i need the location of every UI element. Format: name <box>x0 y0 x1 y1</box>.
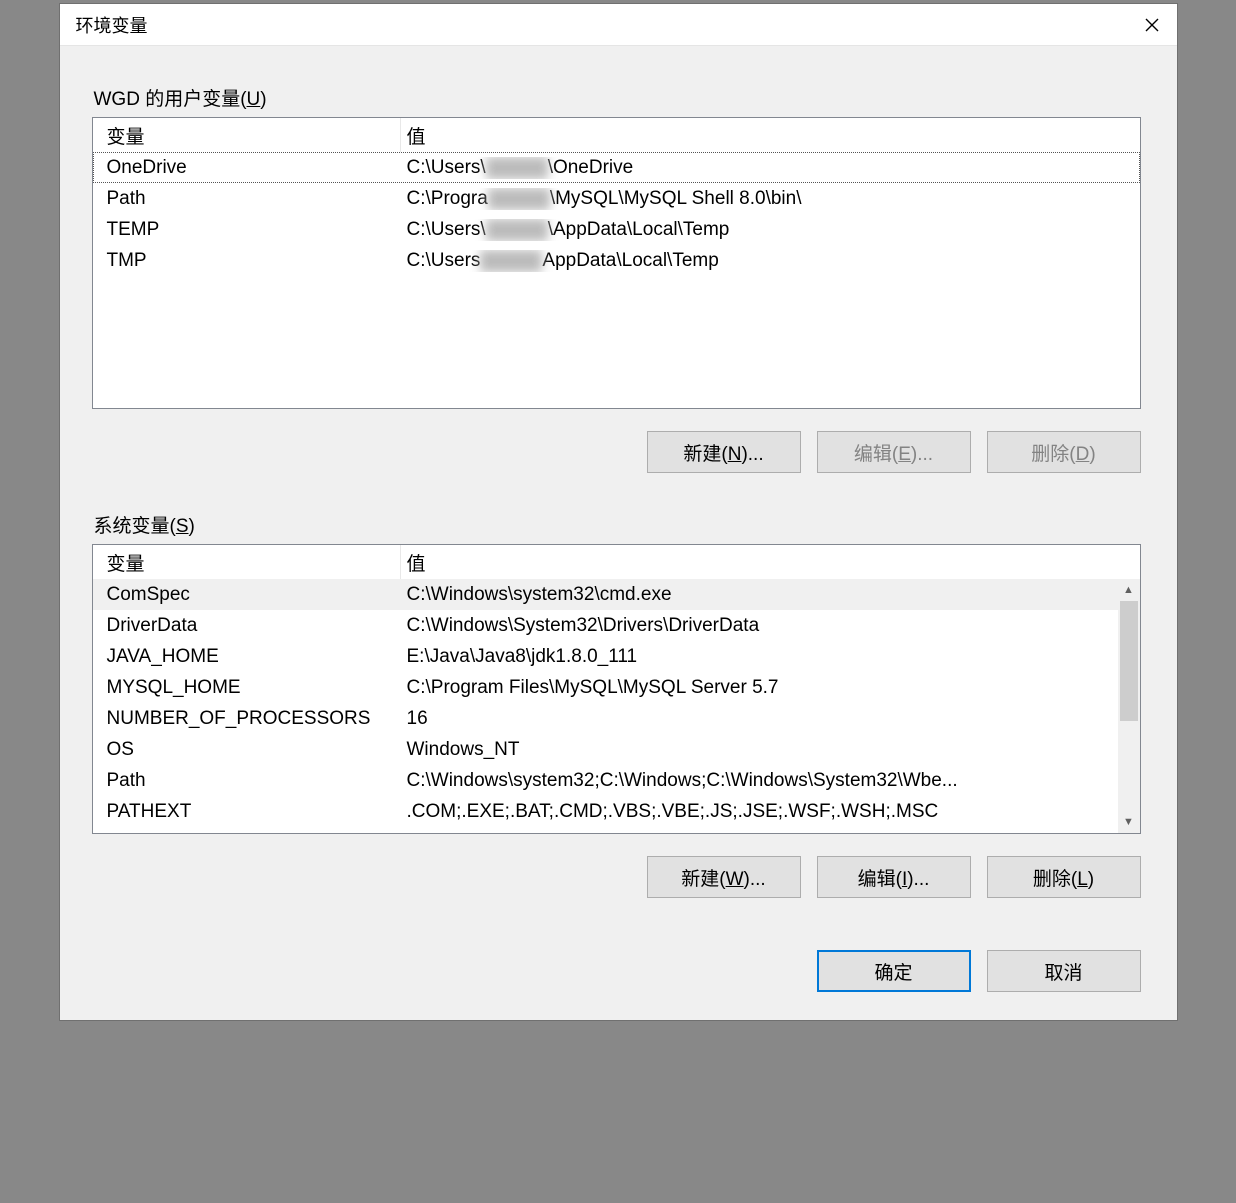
scrollbar[interactable]: ▲ ▼ <box>1118 579 1140 833</box>
scroll-down-arrow[interactable]: ▼ <box>1118 811 1140 833</box>
variable-value: C:\Program Files\MySQL\MySQL Server 5.7 <box>401 677 1118 699</box>
variable-value: .COM;.EXE;.BAT;.CMD;.VBS;.VBE;.JS;.JSE;.… <box>401 801 1118 823</box>
system-buttons-row: 新建(W)... 编辑(I)... 删除(L) <box>92 856 1141 898</box>
table-row[interactable]: PathC:\Windows\system32;C:\Windows;C:\Wi… <box>93 765 1118 796</box>
table-row[interactable]: NUMBER_OF_PROCESSORS16 <box>93 703 1118 734</box>
variable-name: DriverData <box>93 615 401 637</box>
variable-value: C:\Users\ \OneDrive <box>401 157 1140 179</box>
table-row[interactable]: ComSpecC:\Windows\system32\cmd.exe <box>93 579 1118 610</box>
variable-value: C:\Progra \MySQL\MySQL Shell 8.0\bin\ <box>401 188 1140 210</box>
table-row[interactable]: TMPC:\Users AppData\Local\Temp <box>93 245 1140 276</box>
variable-name: OS <box>93 739 401 761</box>
variable-value: C:\Users AppData\Local\Temp <box>401 250 1140 272</box>
variable-name: PATHEXT <box>93 801 401 823</box>
variable-value: C:\Windows\system32;C:\Windows;C:\Window… <box>401 770 1118 792</box>
variable-name: Path <box>93 188 401 210</box>
variable-name: JAVA_HOME <box>93 646 401 668</box>
user-new-button[interactable]: 新建(N)... <box>647 431 801 473</box>
column-header-value[interactable]: 值 <box>401 545 1140 579</box>
ok-button[interactable]: 确定 <box>817 950 971 992</box>
column-header-variable[interactable]: 变量 <box>93 545 401 579</box>
user-variables-label: WGD 的用户变量(U) <box>94 84 1141 111</box>
variable-name: TMP <box>93 250 401 272</box>
variable-name: NUMBER_OF_PROCESSORS <box>93 708 401 730</box>
variable-value: C:\Windows\System32\Drivers\DriverData <box>401 615 1118 637</box>
table-row[interactable]: PATHEXT.COM;.EXE;.BAT;.CMD;.VBS;.VBE;.JS… <box>93 796 1118 827</box>
variable-value: C:\Users\ \AppData\Local\Temp <box>401 219 1140 241</box>
variable-name: TEMP <box>93 219 401 241</box>
dialog-action-buttons: 确定 取消 <box>92 950 1141 992</box>
dialog-title: 环境变量 <box>76 12 148 38</box>
user-edit-button[interactable]: 编辑(E)... <box>817 431 971 473</box>
column-header-value[interactable]: 值 <box>401 118 1140 152</box>
close-button[interactable] <box>1127 4 1177 46</box>
user-buttons-row: 新建(N)... 编辑(E)... 删除(D) <box>92 431 1141 473</box>
close-icon <box>1145 18 1159 32</box>
system-edit-button[interactable]: 编辑(I)... <box>817 856 971 898</box>
variable-name: Path <box>93 770 401 792</box>
system-new-button[interactable]: 新建(W)... <box>647 856 801 898</box>
scrollbar-thumb[interactable] <box>1120 601 1138 721</box>
titlebar: 环境变量 <box>60 4 1177 46</box>
variable-value: Windows_NT <box>401 739 1118 761</box>
cancel-button[interactable]: 取消 <box>987 950 1141 992</box>
system-variables-label: 系统变量(S) <box>94 511 1141 538</box>
table-row[interactable]: TEMPC:\Users\ \AppData\Local\Temp <box>93 214 1140 245</box>
variable-name: MYSQL_HOME <box>93 677 401 699</box>
dialog-content: WGD 的用户变量(U) 变量 值 OneDriveC:\Users\ \One… <box>60 46 1177 1020</box>
table-header[interactable]: 变量 值 <box>93 545 1140 579</box>
table-row[interactable]: MYSQL_HOMEC:\Program Files\MySQL\MySQL S… <box>93 672 1118 703</box>
table-row[interactable]: OSWindows_NT <box>93 734 1118 765</box>
system-delete-button[interactable]: 删除(L) <box>987 856 1141 898</box>
table-row[interactable]: JAVA_HOMEE:\Java\Java8\jdk1.8.0_111 <box>93 641 1118 672</box>
user-delete-button[interactable]: 删除(D) <box>987 431 1141 473</box>
table-row[interactable]: DriverDataC:\Windows\System32\Drivers\Dr… <box>93 610 1118 641</box>
table-row[interactable]: PathC:\Progra \MySQL\MySQL Shell 8.0\bin… <box>93 183 1140 214</box>
variable-value: C:\Windows\system32\cmd.exe <box>401 584 1118 606</box>
variable-name: OneDrive <box>93 157 401 179</box>
scroll-up-arrow[interactable]: ▲ <box>1118 579 1140 601</box>
system-variables-table[interactable]: 变量 值 ComSpecC:\Windows\system32\cmd.exeD… <box>92 544 1141 834</box>
user-variables-table[interactable]: 变量 值 OneDriveC:\Users\ \OneDrivePathC:\P… <box>92 117 1141 409</box>
variable-name: ComSpec <box>93 584 401 606</box>
variable-value: 16 <box>401 708 1118 730</box>
environment-variables-dialog: 环境变量 WGD 的用户变量(U) 变量 值 OneDriveC:\Users\… <box>59 3 1178 1021</box>
column-header-variable[interactable]: 变量 <box>93 118 401 152</box>
variable-value: E:\Java\Java8\jdk1.8.0_111 <box>401 646 1118 668</box>
table-row[interactable]: OneDriveC:\Users\ \OneDrive <box>93 152 1140 183</box>
table-header[interactable]: 变量 值 <box>93 118 1140 152</box>
